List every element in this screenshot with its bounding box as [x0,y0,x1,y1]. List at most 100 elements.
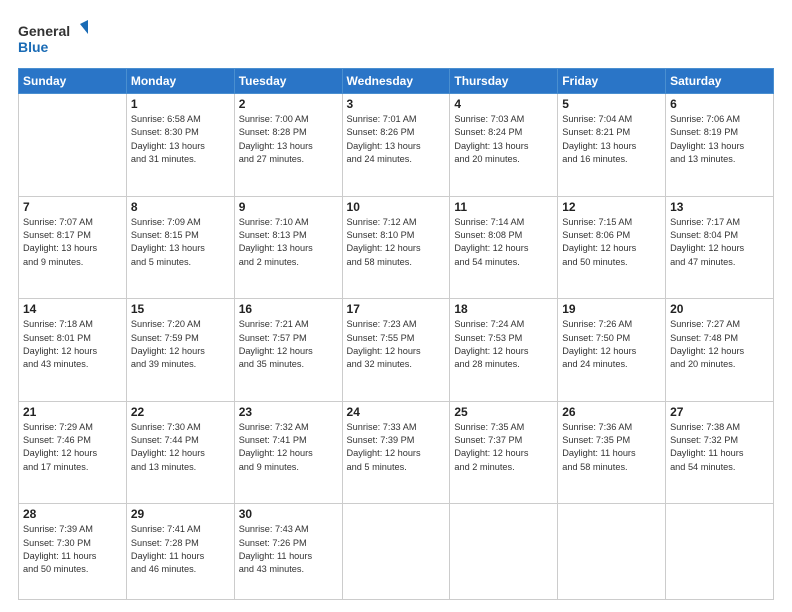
day-info: Sunrise: 7:29 AMSunset: 7:46 PMDaylight:… [23,421,122,474]
day-info: Sunrise: 7:06 AMSunset: 8:19 PMDaylight:… [670,113,769,166]
weekday-header-friday: Friday [558,69,666,94]
day-number: 26 [562,405,661,419]
calendar-cell [450,504,558,600]
calendar-cell: 11 Sunrise: 7:14 AMSunset: 8:08 PMDayligh… [450,196,558,299]
day-info: Sunrise: 7:24 AMSunset: 7:53 PMDaylight:… [454,318,553,371]
day-number: 25 [454,405,553,419]
calendar-cell: 14Sunrise: 7:18 AMSunset: 8:01 PMDayligh… [19,299,127,402]
day-info: Sunrise: 7:14 AMSunset: 8:08 PMDaylight:… [454,216,553,269]
day-number: 4 [454,97,553,111]
svg-text:Blue: Blue [18,39,49,55]
day-info: Sunrise: 7:00 AMSunset: 8:28 PMDaylight:… [239,113,338,166]
day-number: 18 [454,302,553,316]
calendar-cell: 27 Sunrise: 7:38 AMSunset: 7:32 PMDayligh… [666,401,774,504]
day-number: 7 [23,200,122,214]
calendar-cell: 26 Sunrise: 7:36 AMSunset: 7:35 PMDayligh… [558,401,666,504]
day-number: 15 [131,302,230,316]
page-header: General Blue [18,18,774,58]
calendar-cell: 18 Sunrise: 7:24 AMSunset: 7:53 PMDayligh… [450,299,558,402]
calendar-cell: 24 Sunrise: 7:33 AMSunset: 7:39 PMDayligh… [342,401,450,504]
day-info: Sunrise: 7:33 AMSunset: 7:39 PMDaylight:… [347,421,446,474]
day-info: Sunrise: 7:07 AMSunset: 8:17 PMDaylight:… [23,216,122,269]
calendar-cell: 20 Sunrise: 7:27 AMSunset: 7:48 PMDayligh… [666,299,774,402]
day-number: 29 [131,507,230,521]
calendar-cell: 16Sunrise: 7:21 AMSunset: 7:57 PMDayligh… [234,299,342,402]
calendar-cell: 9 Sunrise: 7:10 AMSunset: 8:13 PMDaylight… [234,196,342,299]
calendar-cell: 2 Sunrise: 7:00 AMSunset: 8:28 PMDaylight… [234,94,342,197]
day-number: 17 [347,302,446,316]
calendar-cell: 29Sunrise: 7:41 AMSunset: 7:28 PMDayligh… [126,504,234,600]
day-info: Sunrise: 7:39 AMSunset: 7:30 PMDaylight:… [23,523,122,576]
weekday-header-wednesday: Wednesday [342,69,450,94]
day-info: Sunrise: 7:20 AMSunset: 7:59 PMDaylight:… [131,318,230,371]
calendar-cell: 22 Sunrise: 7:30 AMSunset: 7:44 PMDayligh… [126,401,234,504]
day-number: 27 [670,405,769,419]
calendar-cell: 5 Sunrise: 7:04 AMSunset: 8:21 PMDaylight… [558,94,666,197]
calendar-cell: 6 Sunrise: 7:06 AMSunset: 8:19 PMDaylight… [666,94,774,197]
logo: General Blue [18,18,88,58]
calendar-table: SundayMondayTuesdayWednesdayThursdayFrid… [18,68,774,600]
day-number: 5 [562,97,661,111]
day-info: Sunrise: 7:15 AMSunset: 8:06 PMDaylight:… [562,216,661,269]
day-info: Sunrise: 7:36 AMSunset: 7:35 PMDaylight:… [562,421,661,474]
day-info: Sunrise: 7:04 AMSunset: 8:21 PMDaylight:… [562,113,661,166]
day-number: 16 [239,302,338,316]
calendar-week-2: 7 Sunrise: 7:07 AMSunset: 8:17 PMDaylight… [19,196,774,299]
calendar-cell: 7 Sunrise: 7:07 AMSunset: 8:17 PMDaylight… [19,196,127,299]
calendar-week-1: 1Sunrise: 6:58 AMSunset: 8:30 PMDaylight… [19,94,774,197]
calendar-cell: 3Sunrise: 7:01 AMSunset: 8:26 PMDaylight… [342,94,450,197]
weekday-header-sunday: Sunday [19,69,127,94]
day-info: Sunrise: 7:01 AMSunset: 8:26 PMDaylight:… [347,113,446,166]
day-info: Sunrise: 7:43 AMSunset: 7:26 PMDaylight:… [239,523,338,576]
calendar-week-5: 28 Sunrise: 7:39 AMSunset: 7:30 PMDayligh… [19,504,774,600]
calendar-cell [558,504,666,600]
calendar-cell [342,504,450,600]
day-info: Sunrise: 7:38 AMSunset: 7:32 PMDaylight:… [670,421,769,474]
day-info: Sunrise: 7:30 AMSunset: 7:44 PMDaylight:… [131,421,230,474]
weekday-header-saturday: Saturday [666,69,774,94]
day-info: Sunrise: 7:26 AMSunset: 7:50 PMDaylight:… [562,318,661,371]
day-number: 30 [239,507,338,521]
weekday-header-thursday: Thursday [450,69,558,94]
calendar-cell: 8 Sunrise: 7:09 AMSunset: 8:15 PMDaylight… [126,196,234,299]
day-number: 22 [131,405,230,419]
calendar-cell: 17Sunrise: 7:23 AMSunset: 7:55 PMDayligh… [342,299,450,402]
day-number: 14 [23,302,122,316]
day-number: 13 [670,200,769,214]
day-number: 2 [239,97,338,111]
day-info: Sunrise: 7:12 AMSunset: 8:10 PMDaylight:… [347,216,446,269]
day-number: 23 [239,405,338,419]
day-number: 9 [239,200,338,214]
day-info: Sunrise: 7:03 AMSunset: 8:24 PMDaylight:… [454,113,553,166]
day-info: Sunrise: 7:10 AMSunset: 8:13 PMDaylight:… [239,216,338,269]
day-info: Sunrise: 7:32 AMSunset: 7:41 PMDaylight:… [239,421,338,474]
day-info: Sunrise: 7:09 AMSunset: 8:15 PMDaylight:… [131,216,230,269]
calendar-cell: 10Sunrise: 7:12 AMSunset: 8:10 PMDayligh… [342,196,450,299]
day-number: 1 [131,97,230,111]
day-number: 12 [562,200,661,214]
calendar-cell: 4 Sunrise: 7:03 AMSunset: 8:24 PMDaylight… [450,94,558,197]
calendar-week-4: 21 Sunrise: 7:29 AMSunset: 7:46 PMDayligh… [19,401,774,504]
calendar-cell: 30 Sunrise: 7:43 AMSunset: 7:26 PMDayligh… [234,504,342,600]
day-info: Sunrise: 7:17 AMSunset: 8:04 PMDaylight:… [670,216,769,269]
day-number: 19 [562,302,661,316]
day-number: 8 [131,200,230,214]
calendar-cell: 15 Sunrise: 7:20 AMSunset: 7:59 PMDayligh… [126,299,234,402]
logo-svg: General Blue [18,18,88,58]
day-number: 21 [23,405,122,419]
calendar-cell: 12 Sunrise: 7:15 AMSunset: 8:06 PMDayligh… [558,196,666,299]
calendar-cell: 21 Sunrise: 7:29 AMSunset: 7:46 PMDayligh… [19,401,127,504]
weekday-header-monday: Monday [126,69,234,94]
day-number: 20 [670,302,769,316]
calendar-cell: 25Sunrise: 7:35 AMSunset: 7:37 PMDayligh… [450,401,558,504]
day-number: 24 [347,405,446,419]
day-info: Sunrise: 7:27 AMSunset: 7:48 PMDaylight:… [670,318,769,371]
day-number: 28 [23,507,122,521]
weekday-header-tuesday: Tuesday [234,69,342,94]
svg-text:General: General [18,23,70,39]
day-number: 11 [454,200,553,214]
calendar-cell: 28 Sunrise: 7:39 AMSunset: 7:30 PMDayligh… [19,504,127,600]
calendar-cell: 19 Sunrise: 7:26 AMSunset: 7:50 PMDayligh… [558,299,666,402]
calendar-cell: 1Sunrise: 6:58 AMSunset: 8:30 PMDaylight… [126,94,234,197]
day-number: 6 [670,97,769,111]
